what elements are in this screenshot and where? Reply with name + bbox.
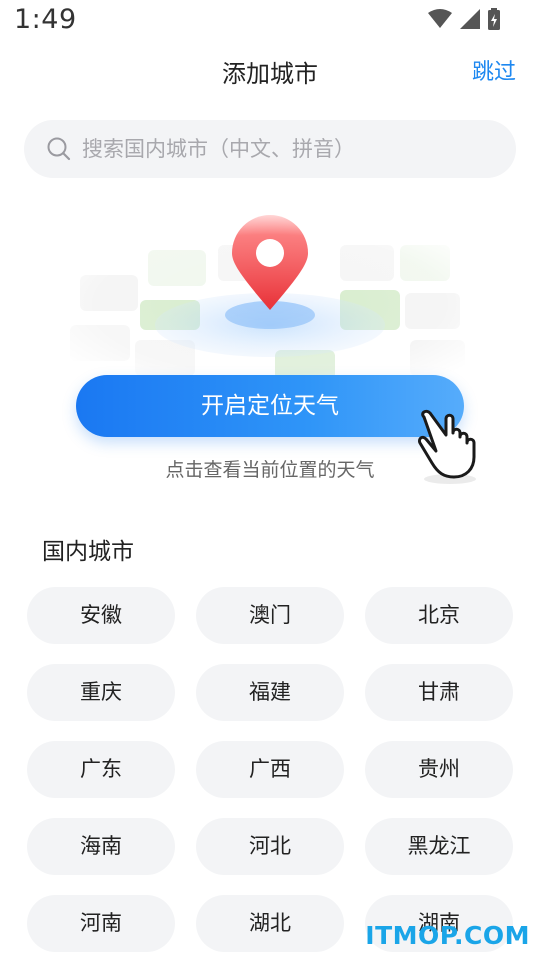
city-chip[interactable]: 河北 [196,818,344,875]
page-title: 添加城市 [222,60,318,88]
location-hint: 点击查看当前位置的天气 [165,459,375,481]
city-chip[interactable]: 湖北 [196,895,344,952]
city-chip[interactable]: 北京 [365,587,513,644]
battery-icon [488,8,500,30]
location-map-illustration [40,205,500,385]
watermark: ITMOP.COM [365,921,530,950]
status-time: 1:49 [14,4,77,35]
wifi-icon [428,9,452,28]
status-bar: 1:49 [0,0,540,44]
enable-location-weather-button[interactable]: 开启定位天气 [76,375,464,437]
city-chip[interactable]: 广西 [196,741,344,798]
city-chip[interactable]: 安徽 [27,587,175,644]
search-input[interactable] [82,137,502,161]
search-icon [47,137,71,161]
city-chip[interactable]: 黑龙江 [365,818,513,875]
city-chip[interactable]: 澳门 [196,587,344,644]
cellular-signal-icon [460,9,480,29]
skip-button[interactable]: 跳过 [472,54,516,86]
domestic-cities-title: 国内城市 [42,539,134,565]
status-icons [428,8,500,30]
city-chip[interactable]: 甘肃 [365,664,513,721]
city-chip[interactable]: 贵州 [365,741,513,798]
header: 添加城市 跳过 [0,44,540,96]
city-chip[interactable]: 广东 [27,741,175,798]
city-chip[interactable]: 河南 [27,895,175,952]
city-chip[interactable]: 福建 [196,664,344,721]
city-chip[interactable]: 重庆 [27,664,175,721]
city-grid: 安徽 澳门 北京 重庆 福建 甘肃 广东 广西 贵州 海南 河北 黑龙江 河南 … [27,587,513,952]
city-chip[interactable]: 海南 [27,818,175,875]
search-box[interactable] [24,120,516,178]
